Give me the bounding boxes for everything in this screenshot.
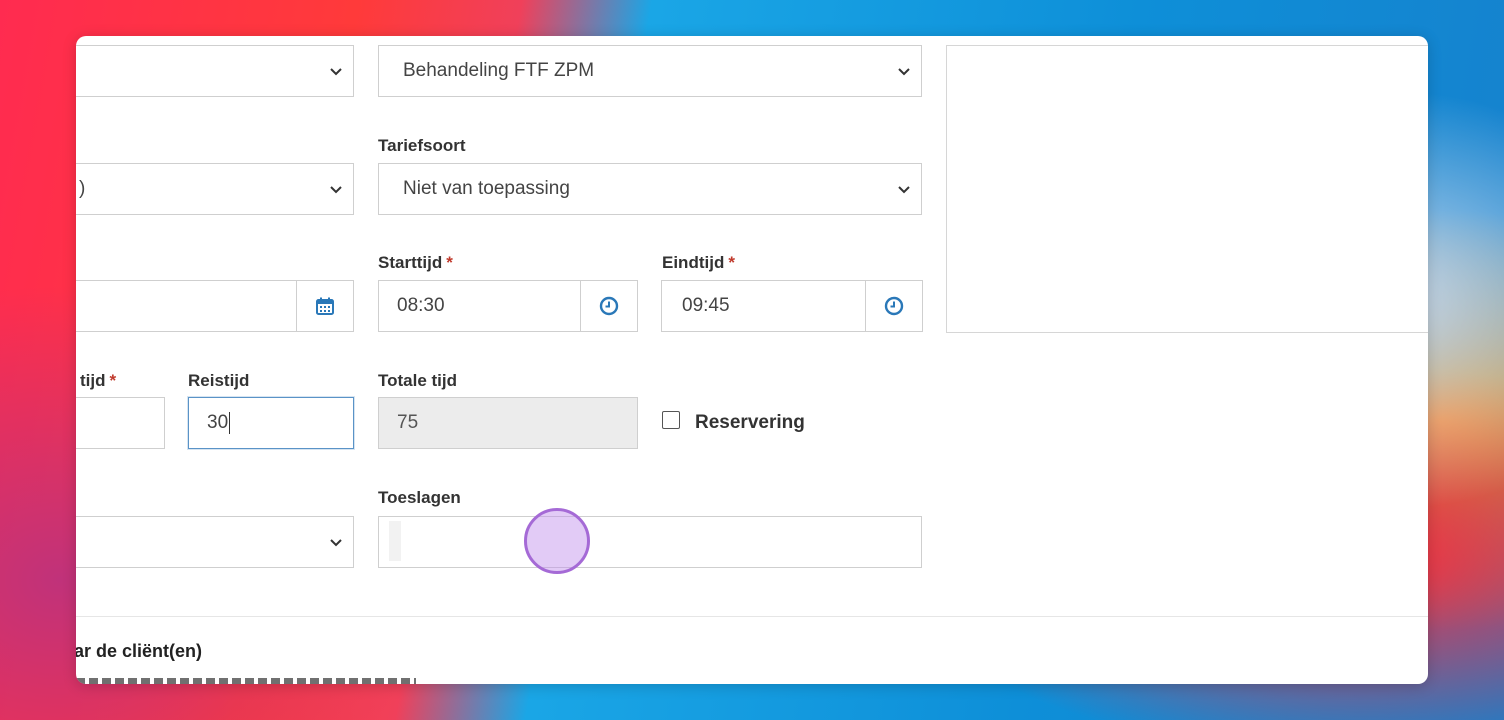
chevron-down-icon (330, 68, 342, 76)
chevron-down-icon (330, 539, 342, 547)
clock-icon (884, 296, 904, 316)
chevron-down-icon (898, 186, 910, 194)
left-select-row1[interactable] (76, 45, 354, 97)
surcharges-tag-placeholder (389, 521, 401, 561)
start-time-label: Starttijd * (378, 253, 453, 272)
surcharges-label: Toeslagen (378, 488, 461, 507)
chevron-down-icon (898, 68, 910, 76)
section-divider (76, 616, 1428, 617)
start-time-input[interactable]: 08:30 (378, 280, 638, 332)
chevron-down-icon (330, 186, 342, 194)
start-time-picker-button[interactable] (580, 281, 637, 331)
notes-panel[interactable] (946, 45, 1428, 333)
total-time-input: 75 (378, 397, 638, 449)
left-select-row5[interactable] (76, 516, 354, 568)
end-time-picker-button[interactable] (865, 281, 922, 331)
mouse-pointer-highlight (524, 508, 590, 574)
tariff-label: Tariefsoort (378, 136, 466, 155)
reservation-label[interactable]: Reservering (695, 412, 805, 434)
cut-off-text-line (76, 676, 436, 684)
partial-time-input[interactable] (76, 397, 165, 449)
activity-select[interactable]: Behandeling FTF ZPM (378, 45, 922, 97)
left-select-row2[interactable]: ) (76, 163, 354, 215)
travel-time-input[interactable]: 30 (188, 397, 354, 449)
tariff-select[interactable]: Niet van toepassing (378, 163, 922, 215)
surcharges-input[interactable] (378, 516, 922, 568)
total-time-label: Totale tijd (378, 371, 458, 390)
travel-time-label: Reistijd (188, 371, 250, 390)
clock-icon (599, 296, 619, 316)
date-picker-button[interactable] (296, 281, 353, 331)
partial-time-label: tijd * (80, 371, 117, 390)
client-section-title: ar de cliënt(en) (76, 641, 203, 661)
reservation-checkbox[interactable] (662, 411, 680, 429)
appointment-form-card: Behandeling FTF ZPM Tariefsoort ) Niet v… (76, 36, 1428, 684)
end-time-input[interactable]: 09:45 (661, 280, 923, 332)
end-time-label: Eindtijd * (662, 253, 735, 272)
date-input[interactable] (76, 280, 354, 332)
text-caret (229, 411, 231, 434)
calendar-icon (316, 297, 334, 315)
